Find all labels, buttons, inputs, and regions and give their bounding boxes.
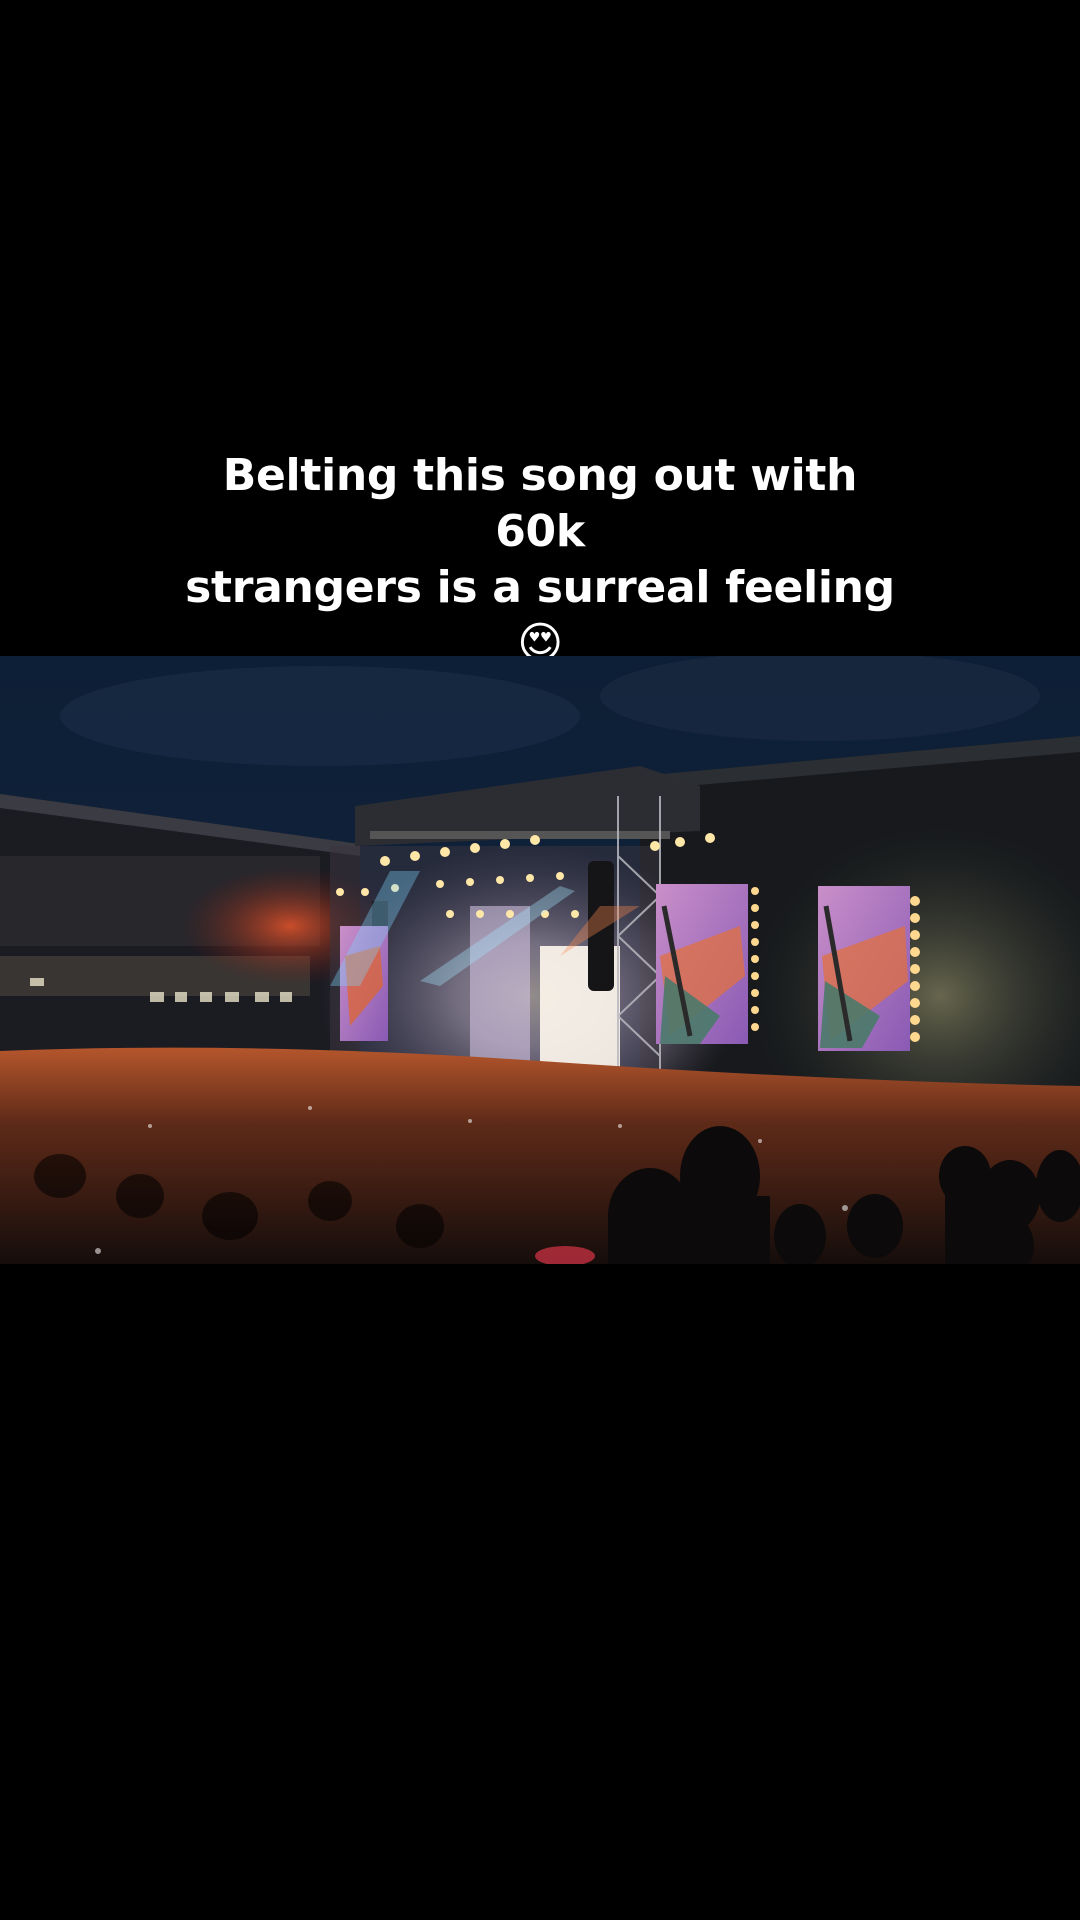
- concert-photo: [0, 656, 1080, 1264]
- light-column-right: [910, 896, 920, 1042]
- video-screen-center: [656, 884, 748, 1044]
- caption-line-1: Belting this song out with 60k: [222, 450, 858, 557]
- light-column-center: [751, 887, 759, 1031]
- video-screen-right: [818, 886, 910, 1051]
